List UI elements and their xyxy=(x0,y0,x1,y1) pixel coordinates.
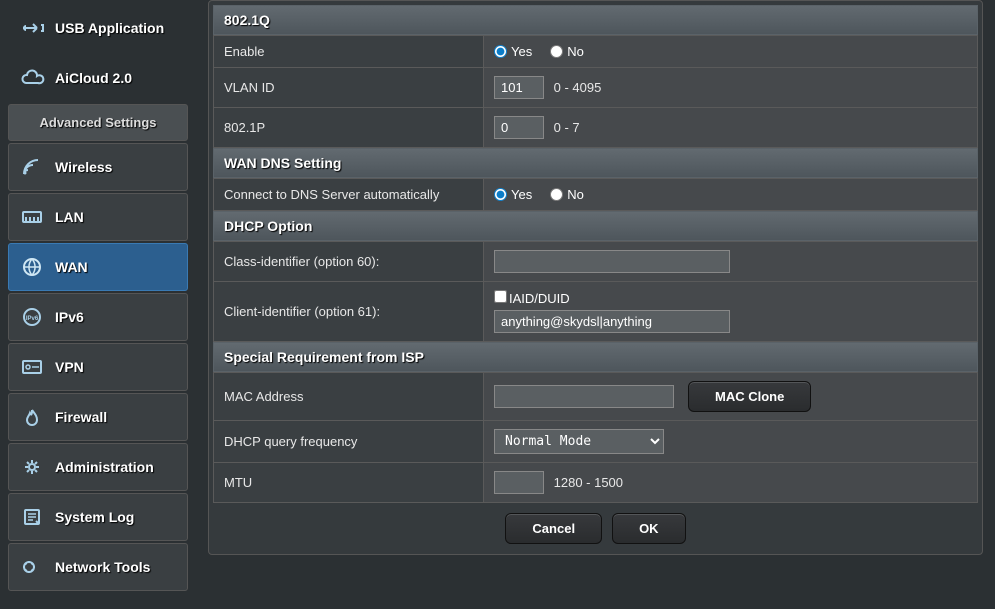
radio-8021q-no[interactable] xyxy=(550,45,563,58)
sidebar-item-wan[interactable]: WAN xyxy=(8,243,188,291)
hint-mtu: 1280 - 1500 xyxy=(554,475,623,490)
sidebar-item-label: USB Application xyxy=(55,20,164,36)
radio-label: Yes xyxy=(511,187,532,202)
sidebar-item-label: WAN xyxy=(55,259,88,275)
sidebar-item-vpn[interactable]: VPN xyxy=(8,343,188,391)
label-vlan-id: VLAN ID xyxy=(214,68,484,108)
label-opt60: Class-identifier (option 60): xyxy=(214,242,484,282)
vpn-icon xyxy=(19,354,45,380)
cancel-button[interactable]: Cancel xyxy=(505,513,602,544)
radio-label: No xyxy=(567,44,584,59)
mac-clone-button[interactable]: MAC Clone xyxy=(688,381,811,412)
fire-icon xyxy=(19,404,45,430)
ipv6-icon: IPv6 xyxy=(19,304,45,330)
section-header-8021q: 802.1Q xyxy=(213,5,978,35)
sidebar-item-label: IPv6 xyxy=(55,309,84,325)
sidebar-item-lan[interactable]: LAN xyxy=(8,193,188,241)
radio-dns-yes[interactable] xyxy=(494,188,507,201)
sidebar-item-label: VPN xyxy=(55,359,84,375)
sidebar-item-firewall[interactable]: Firewall xyxy=(8,393,188,441)
input-opt60[interactable] xyxy=(494,250,730,273)
sidebar-item-aicloud[interactable]: AiCloud 2.0 xyxy=(8,54,188,102)
sidebar-item-label: AiCloud 2.0 xyxy=(55,70,132,86)
input-mtu[interactable] xyxy=(494,471,544,494)
usb-icon xyxy=(19,15,45,41)
sidebar-item-usb-application[interactable]: USB Application xyxy=(8,4,188,52)
sidebar-item-network-tools[interactable]: Network Tools xyxy=(8,543,188,591)
ok-button[interactable]: OK xyxy=(612,513,686,544)
checkbox-label: IAID/DUID xyxy=(509,291,570,306)
input-8021p[interactable] xyxy=(494,116,544,139)
label-dns-auto: Connect to DNS Server automatically xyxy=(214,179,484,211)
radio-label: Yes xyxy=(511,44,532,59)
settings-panel: 802.1Q Enable Yes No VLAN ID 0 - 4 xyxy=(208,0,983,555)
radio-dns-no[interactable] xyxy=(550,188,563,201)
cloud-icon xyxy=(19,65,45,91)
checkbox-iaid-duid[interactable] xyxy=(494,290,507,303)
lan-icon xyxy=(19,204,45,230)
hint-8021p: 0 - 7 xyxy=(554,120,580,135)
input-opt61[interactable] xyxy=(494,310,730,333)
section-header-isp: Special Requirement from ISP xyxy=(213,342,978,372)
sidebar-item-label: Firewall xyxy=(55,409,107,425)
label-dhcp-freq: DHCP query frequency xyxy=(214,421,484,463)
input-vlan-id[interactable] xyxy=(494,76,544,99)
sidebar-header-advanced: Advanced Settings xyxy=(8,104,188,141)
tools-icon xyxy=(19,554,45,580)
radio-label: No xyxy=(567,187,584,202)
sidebar-item-label: System Log xyxy=(55,509,134,525)
label-enable-8021q: Enable xyxy=(214,36,484,68)
sidebar-item-label: Administration xyxy=(55,459,154,475)
globe-icon xyxy=(19,254,45,280)
sidebar-item-system-log[interactable]: System Log xyxy=(8,493,188,541)
radio-8021q-yes[interactable] xyxy=(494,45,507,58)
label-mac: MAC Address xyxy=(214,373,484,421)
label-mtu: MTU xyxy=(214,463,484,503)
svg-text:IPv6: IPv6 xyxy=(26,316,39,322)
sidebar-item-ipv6[interactable]: IPv6 IPv6 xyxy=(8,293,188,341)
label-opt61: Client-identifier (option 61): xyxy=(214,282,484,342)
sidebar-item-administration[interactable]: Administration xyxy=(8,443,188,491)
sidebar-item-label: LAN xyxy=(55,209,84,225)
section-header-dns: WAN DNS Setting xyxy=(213,148,978,178)
select-dhcp-freq[interactable]: Normal Mode xyxy=(494,429,664,454)
section-header-dhcp: DHCP Option xyxy=(213,211,978,241)
hint-vlan: 0 - 4095 xyxy=(554,80,602,95)
wifi-icon xyxy=(19,154,45,180)
log-icon xyxy=(19,504,45,530)
sidebar-item-label: Network Tools xyxy=(55,559,150,575)
sidebar-item-wireless[interactable]: Wireless xyxy=(8,143,188,191)
sidebar-item-label: Wireless xyxy=(55,159,112,175)
label-8021p: 802.1P xyxy=(214,108,484,148)
input-mac[interactable] xyxy=(494,385,674,408)
gear-icon xyxy=(19,454,45,480)
